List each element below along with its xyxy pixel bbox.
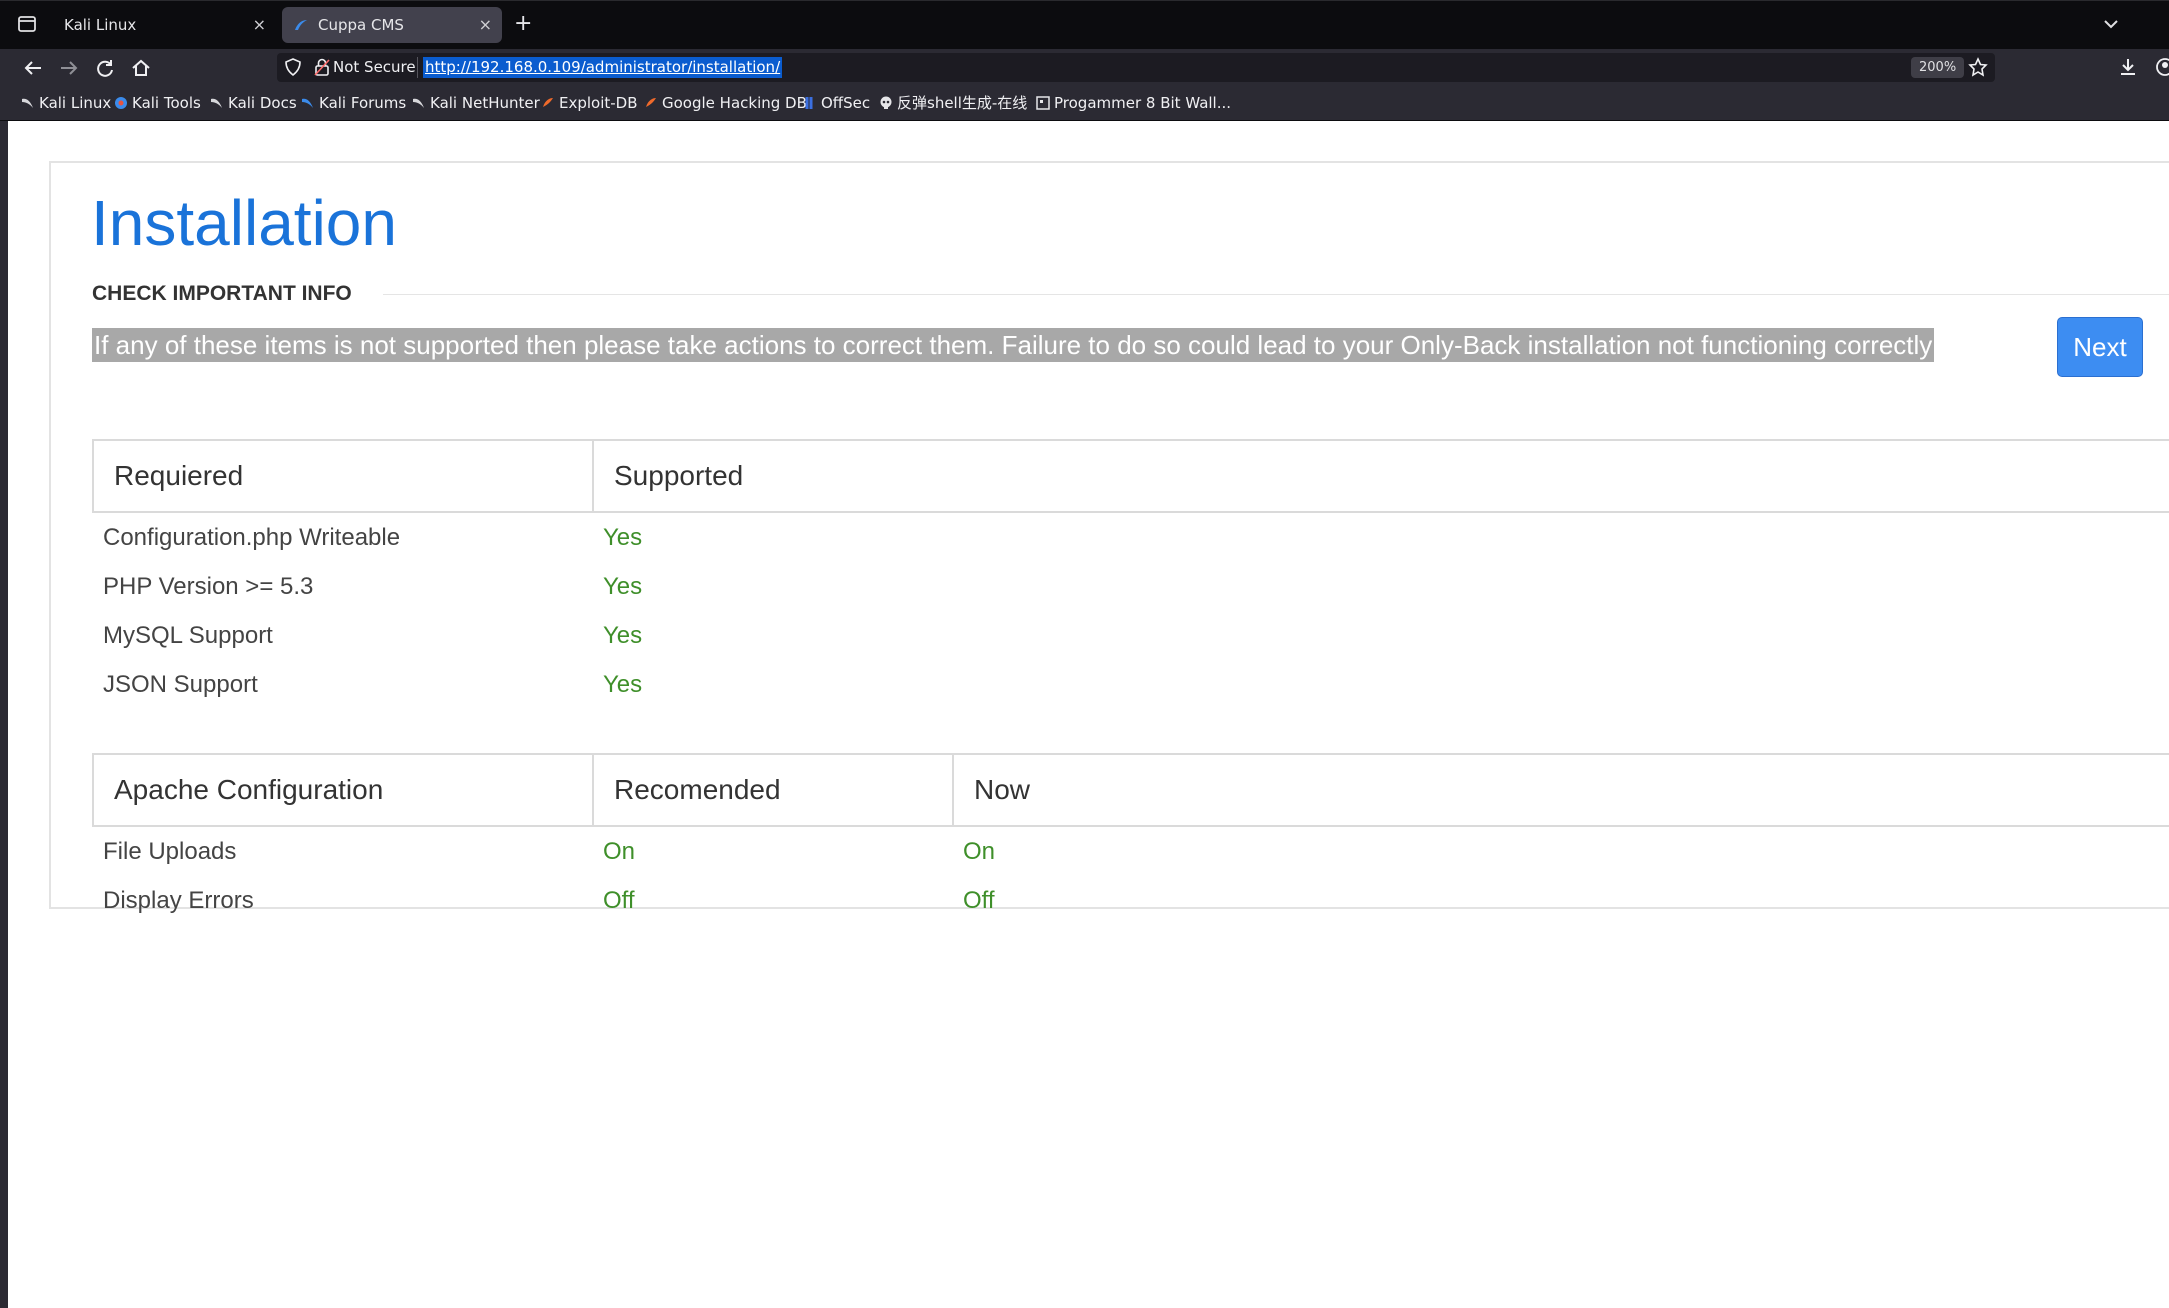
- bookmark-label: OffSec: [821, 94, 871, 112]
- new-tab-button[interactable]: +: [514, 11, 532, 37]
- bookmark-google-hacking-db[interactable]: Google Hacking DB: [644, 86, 807, 120]
- tab-close-icon[interactable]: ×: [479, 7, 492, 43]
- bookmark-8bit-wallpaper[interactable]: Progammer 8 Bit Wall...: [1036, 86, 1231, 120]
- bookmark-reverse-shell[interactable]: 反弹shell生成-在线: [879, 86, 1027, 120]
- installation-panel: Installation CHECK IMPORTANT INFO If any…: [49, 161, 2169, 914]
- tab-cuppa-cms[interactable]: Cuppa CMS ×: [282, 7, 502, 43]
- bookmark-label: Kali Forums: [319, 94, 407, 112]
- tab-title: Cuppa CMS: [318, 16, 404, 34]
- supported-status: Yes: [603, 572, 643, 600]
- bookmark-kali-docs[interactable]: Kali Docs: [210, 86, 297, 120]
- reload-icon[interactable]: [92, 55, 118, 81]
- skull-icon: [880, 96, 892, 109]
- recommended-value: On: [603, 837, 636, 865]
- requirement-name: Configuration.php Writeable: [103, 523, 401, 551]
- bookmark-label: Exploit-DB: [559, 94, 638, 112]
- apache-config-table: Apache Configuration Recomended Now File…: [92, 753, 2169, 925]
- column-header: Now: [952, 753, 2169, 827]
- offsec-icon: [805, 97, 813, 109]
- tab-title: Kali Linux: [64, 16, 137, 34]
- download-icon[interactable]: [2116, 54, 2140, 80]
- window-left-edge: [0, 121, 8, 1308]
- table-row: Configuration.php Writeable Yes: [93, 512, 2169, 562]
- kali-dragon-icon: [211, 98, 222, 108]
- setting-name: File Uploads: [103, 837, 237, 865]
- bookmark-label: 反弹shell生成-在线: [897, 94, 1028, 112]
- table-row: Display Errors Off Off: [93, 876, 2169, 925]
- current-value: On: [963, 837, 996, 865]
- bookmark-label: Progammer 8 Bit Wall...: [1054, 94, 1232, 112]
- bookmark-kali-forums[interactable]: Kali Forums: [301, 86, 406, 120]
- bookmark-offsec[interactable]: OffSec: [803, 86, 870, 120]
- bookmark-label: Kali Tools: [132, 94, 201, 112]
- recommended-value: Off: [603, 886, 635, 914]
- chevron-down-icon[interactable]: [2098, 12, 2124, 36]
- url-input[interactable]: http://192.168.0.109/administrator/insta…: [423, 57, 783, 78]
- zoom-level-badge[interactable]: 200%: [1911, 57, 1965, 78]
- bookmarks-toolbar: Kali Linux Kali Tools Kali Docs Kali For…: [0, 86, 2169, 121]
- bookmark-star-icon[interactable]: [1967, 56, 1989, 78]
- bookmark-label: Kali Docs: [228, 94, 297, 112]
- requirement-name: PHP Version >= 5.3: [103, 572, 314, 600]
- table-row: File Uploads On On: [93, 826, 2169, 876]
- tab-list-icon[interactable]: [14, 12, 40, 36]
- table-row: JSON Support Yes: [93, 660, 2169, 709]
- supported-status: Yes: [603, 670, 643, 698]
- table-row: MySQL Support Yes: [93, 611, 2169, 660]
- table-row: PHP Version >= 5.3 Yes: [93, 562, 2169, 611]
- exploit-db-icon: [543, 98, 553, 107]
- column-header: Apache Configuration: [92, 753, 594, 827]
- requirements-table: Requiered Supported Configuration.php Wr…: [92, 439, 2169, 709]
- home-icon[interactable]: [128, 55, 154, 81]
- insecure-lock-icon[interactable]: [313, 57, 331, 77]
- supported-status: Yes: [603, 523, 643, 551]
- tab-bar-top-line: [0, 0, 2169, 1]
- tab-bar: Kali Linux × Cuppa CMS × +: [0, 0, 2169, 49]
- address-bar[interactable]: Not Secure http://192.168.0.109/administ…: [277, 53, 1995, 82]
- bookmark-kali-tools[interactable]: Kali Tools: [114, 86, 201, 120]
- next-button[interactable]: Next: [2057, 317, 2143, 377]
- shield-icon[interactable]: [283, 57, 303, 77]
- url-separator: [417, 57, 418, 78]
- table-header-row: Requiered Supported: [92, 439, 2169, 513]
- bookmark-label: Kali NetHunter: [430, 94, 540, 112]
- bookmark-label: Kali Linux: [39, 94, 112, 112]
- exploit-db-icon: [646, 98, 656, 107]
- supported-status: Yes: [603, 621, 643, 649]
- table-header-row: Apache Configuration Recomended Now: [92, 753, 2169, 827]
- tab-kali-linux[interactable]: Kali Linux ×: [48, 7, 276, 43]
- bookmark-kali-linux[interactable]: Kali Linux: [21, 86, 111, 120]
- bookmark-label: Google Hacking DB: [662, 94, 807, 112]
- account-icon[interactable]: [2155, 54, 2169, 80]
- bookmark-kali-nethunter[interactable]: Kali NetHunter: [412, 86, 540, 120]
- page-title: Installation: [91, 187, 397, 259]
- forward-arrow-icon[interactable]: [56, 55, 82, 81]
- section-divider: [383, 294, 2169, 295]
- column-header: Requiered: [92, 439, 594, 513]
- navigation-toolbar: Not Secure http://192.168.0.109/administ…: [0, 49, 2169, 86]
- setting-name: Display Errors: [103, 886, 254, 914]
- requirement-name: JSON Support: [103, 670, 258, 698]
- kali-tools-icon: [115, 97, 127, 109]
- column-header: Recomended: [592, 753, 954, 827]
- current-value: Off: [963, 886, 995, 914]
- back-arrow-icon[interactable]: [20, 55, 46, 81]
- warning-message: If any of these items is not supported t…: [92, 328, 1935, 362]
- tab-close-icon[interactable]: ×: [253, 7, 266, 43]
- requirement-name: MySQL Support: [103, 621, 273, 649]
- column-header: Supported: [592, 439, 2169, 513]
- wallpaper-icon: [1036, 96, 1050, 110]
- not-secure-label[interactable]: Not Secure: [333, 53, 416, 82]
- kali-dragon-icon: [413, 98, 424, 108]
- bookmark-exploit-db[interactable]: Exploit-DB: [541, 86, 638, 120]
- page-viewport: Installation CHECK IMPORTANT INFO If any…: [0, 121, 2169, 1308]
- kali-dragon-icon: [22, 98, 33, 108]
- kali-forums-icon: [302, 98, 313, 108]
- section-heading: CHECK IMPORTANT INFO: [92, 282, 352, 305]
- kali-favicon-icon: [295, 20, 307, 30]
